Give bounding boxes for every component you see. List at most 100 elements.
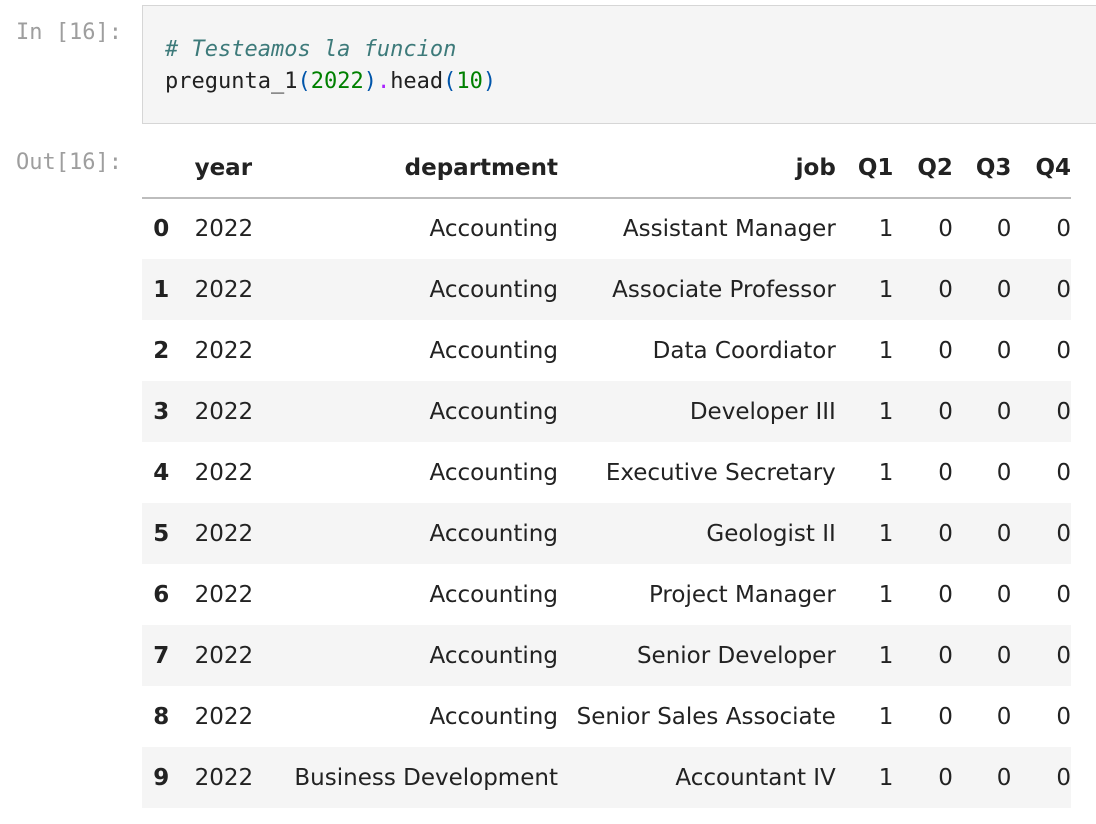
cell-job: Assistant Manager	[622, 216, 836, 242]
cell-q3: 0	[996, 276, 1012, 303]
cell-q4: 0	[1056, 276, 1071, 303]
table-row: 7 2022 Accounting Senior Developer 1 0 0…	[142, 625, 1071, 686]
code-comment: # Testeamos la funcion	[165, 37, 457, 62]
cell-q1: 1	[878, 337, 894, 364]
cell-q4: 0	[1056, 764, 1071, 791]
column-header-q3: Q3	[952, 138, 1012, 199]
cell-department: Accounting	[429, 581, 558, 608]
cell-department: Accounting	[429, 642, 558, 669]
row-index: 9	[153, 764, 170, 791]
code-dot-operator: .	[376, 69, 391, 94]
cell-job: Developer III	[689, 398, 836, 425]
input-prompt: In [16]:	[16, 20, 122, 45]
cell-year: 2022	[194, 520, 254, 547]
cell-q2: 0	[938, 276, 953, 303]
cell-q2: 0	[938, 581, 953, 608]
cell-job: Geologist II	[706, 520, 836, 547]
cell-year: 2022	[194, 581, 254, 608]
row-index: 8	[153, 703, 170, 730]
cell-q2: 0	[938, 764, 953, 791]
table-row: 0 2022 Accounting Assistant Manager 1 0 …	[142, 198, 1071, 259]
row-index: 5	[153, 520, 170, 547]
code-method-name: head	[390, 69, 444, 94]
cell-q3: 0	[996, 337, 1012, 364]
cell-year: 2022	[194, 642, 254, 669]
column-header-q4: Q4	[1011, 138, 1071, 199]
cell-q3: 0	[996, 459, 1012, 486]
cell-year: 2022	[194, 764, 254, 791]
row-index: 2	[153, 337, 170, 364]
cell-q1: 1	[878, 520, 894, 547]
table-row: 4 2022 Accounting Executive Secretary 1 …	[142, 442, 1071, 503]
cell-q3: 0	[996, 398, 1012, 425]
cell-q2: 0	[938, 337, 953, 364]
column-header-job: job	[557, 138, 836, 199]
dataframe-table: year department job Q1 Q2 Q3 Q4 0 2022 A…	[142, 138, 1071, 808]
cell-year: 2022	[194, 703, 254, 730]
cell-year: 2022	[194, 216, 254, 242]
row-index: 4	[153, 459, 170, 486]
table-row: 2 2022 Accounting Data Coordiator 1 0 0 …	[142, 320, 1071, 381]
column-header-department: department	[275, 138, 558, 199]
cell-q4: 0	[1056, 459, 1071, 486]
cell-q1: 1	[878, 581, 894, 608]
cell-q3: 0	[996, 520, 1012, 547]
code-paren: )	[482, 69, 497, 94]
cell-job: Project Manager	[648, 581, 836, 608]
table-header-row: year department job Q1 Q2 Q3 Q4	[142, 138, 1071, 199]
column-header-year: year	[180, 138, 276, 199]
cell-department: Accounting	[429, 520, 558, 547]
cell-year: 2022	[194, 398, 254, 425]
table-row: 5 2022 Accounting Geologist II 1 0 0 0	[142, 503, 1071, 564]
cell-q1: 1	[878, 459, 894, 486]
table-row: 3 2022 Accounting Developer III 1 0 0 0	[142, 381, 1071, 442]
row-index: 7	[153, 642, 170, 669]
cell-job: Data Coordiator	[652, 337, 836, 364]
table-row: 9 2022 Business Development Accountant I…	[142, 747, 1071, 808]
cell-year: 2022	[194, 459, 254, 486]
cell-q2: 0	[938, 398, 953, 425]
cell-q1: 1	[878, 703, 894, 730]
cell-q1: 1	[878, 764, 894, 791]
cell-q3: 0	[996, 642, 1012, 669]
row-index: 1	[153, 276, 170, 303]
table-row: 8 2022 Accounting Senior Sales Associate…	[142, 686, 1071, 747]
index-header	[142, 138, 181, 199]
cell-q4: 0	[1056, 581, 1071, 608]
column-header-q1: Q1	[835, 138, 894, 199]
cell-q1: 1	[878, 216, 894, 242]
cell-q4: 0	[1056, 337, 1071, 364]
cell-q3: 0	[996, 216, 1012, 242]
code-function-name: pregunta_1	[165, 69, 298, 94]
cell-year: 2022	[194, 337, 254, 364]
cell-q4: 0	[1056, 642, 1071, 669]
table-row: 6 2022 Accounting Project Manager 1 0 0 …	[142, 564, 1071, 625]
cell-department: Accounting	[429, 459, 558, 486]
output-prompt: Out[16]:	[16, 150, 122, 175]
code-paren: (	[297, 69, 311, 94]
cell-q2: 0	[938, 703, 953, 730]
code-argument: 10	[456, 69, 483, 94]
cell-q4: 0	[1056, 703, 1071, 730]
cell-q2: 0	[938, 520, 953, 547]
cell-q2: 0	[938, 459, 953, 486]
column-header-q2: Q2	[893, 138, 953, 199]
cell-department: Accounting	[429, 703, 558, 730]
cell-job: Associate Professor	[612, 276, 836, 303]
cell-job: Senior Sales Associate	[576, 703, 836, 730]
cell-department: Accounting	[429, 337, 558, 364]
cell-q4: 0	[1056, 520, 1071, 547]
code-cell[interactable]: # Testeamos la funcion pregunta_1(2022).…	[142, 5, 1096, 124]
cell-q3: 0	[996, 581, 1012, 608]
code-editor[interactable]: # Testeamos la funcion pregunta_1(2022).…	[165, 34, 496, 98]
cell-department: Accounting	[429, 216, 558, 242]
cell-job: Executive Secretary	[605, 459, 836, 486]
cell-department: Business Development	[294, 764, 558, 791]
code-paren: (	[443, 69, 457, 94]
cell-job: Senior Developer	[636, 642, 836, 669]
row-index: 3	[153, 398, 170, 425]
row-index: 0	[153, 216, 170, 242]
table-row: 1 2022 Accounting Associate Professor 1 …	[142, 259, 1071, 320]
cell-q4: 0	[1056, 216, 1071, 242]
cell-q1: 1	[878, 276, 894, 303]
